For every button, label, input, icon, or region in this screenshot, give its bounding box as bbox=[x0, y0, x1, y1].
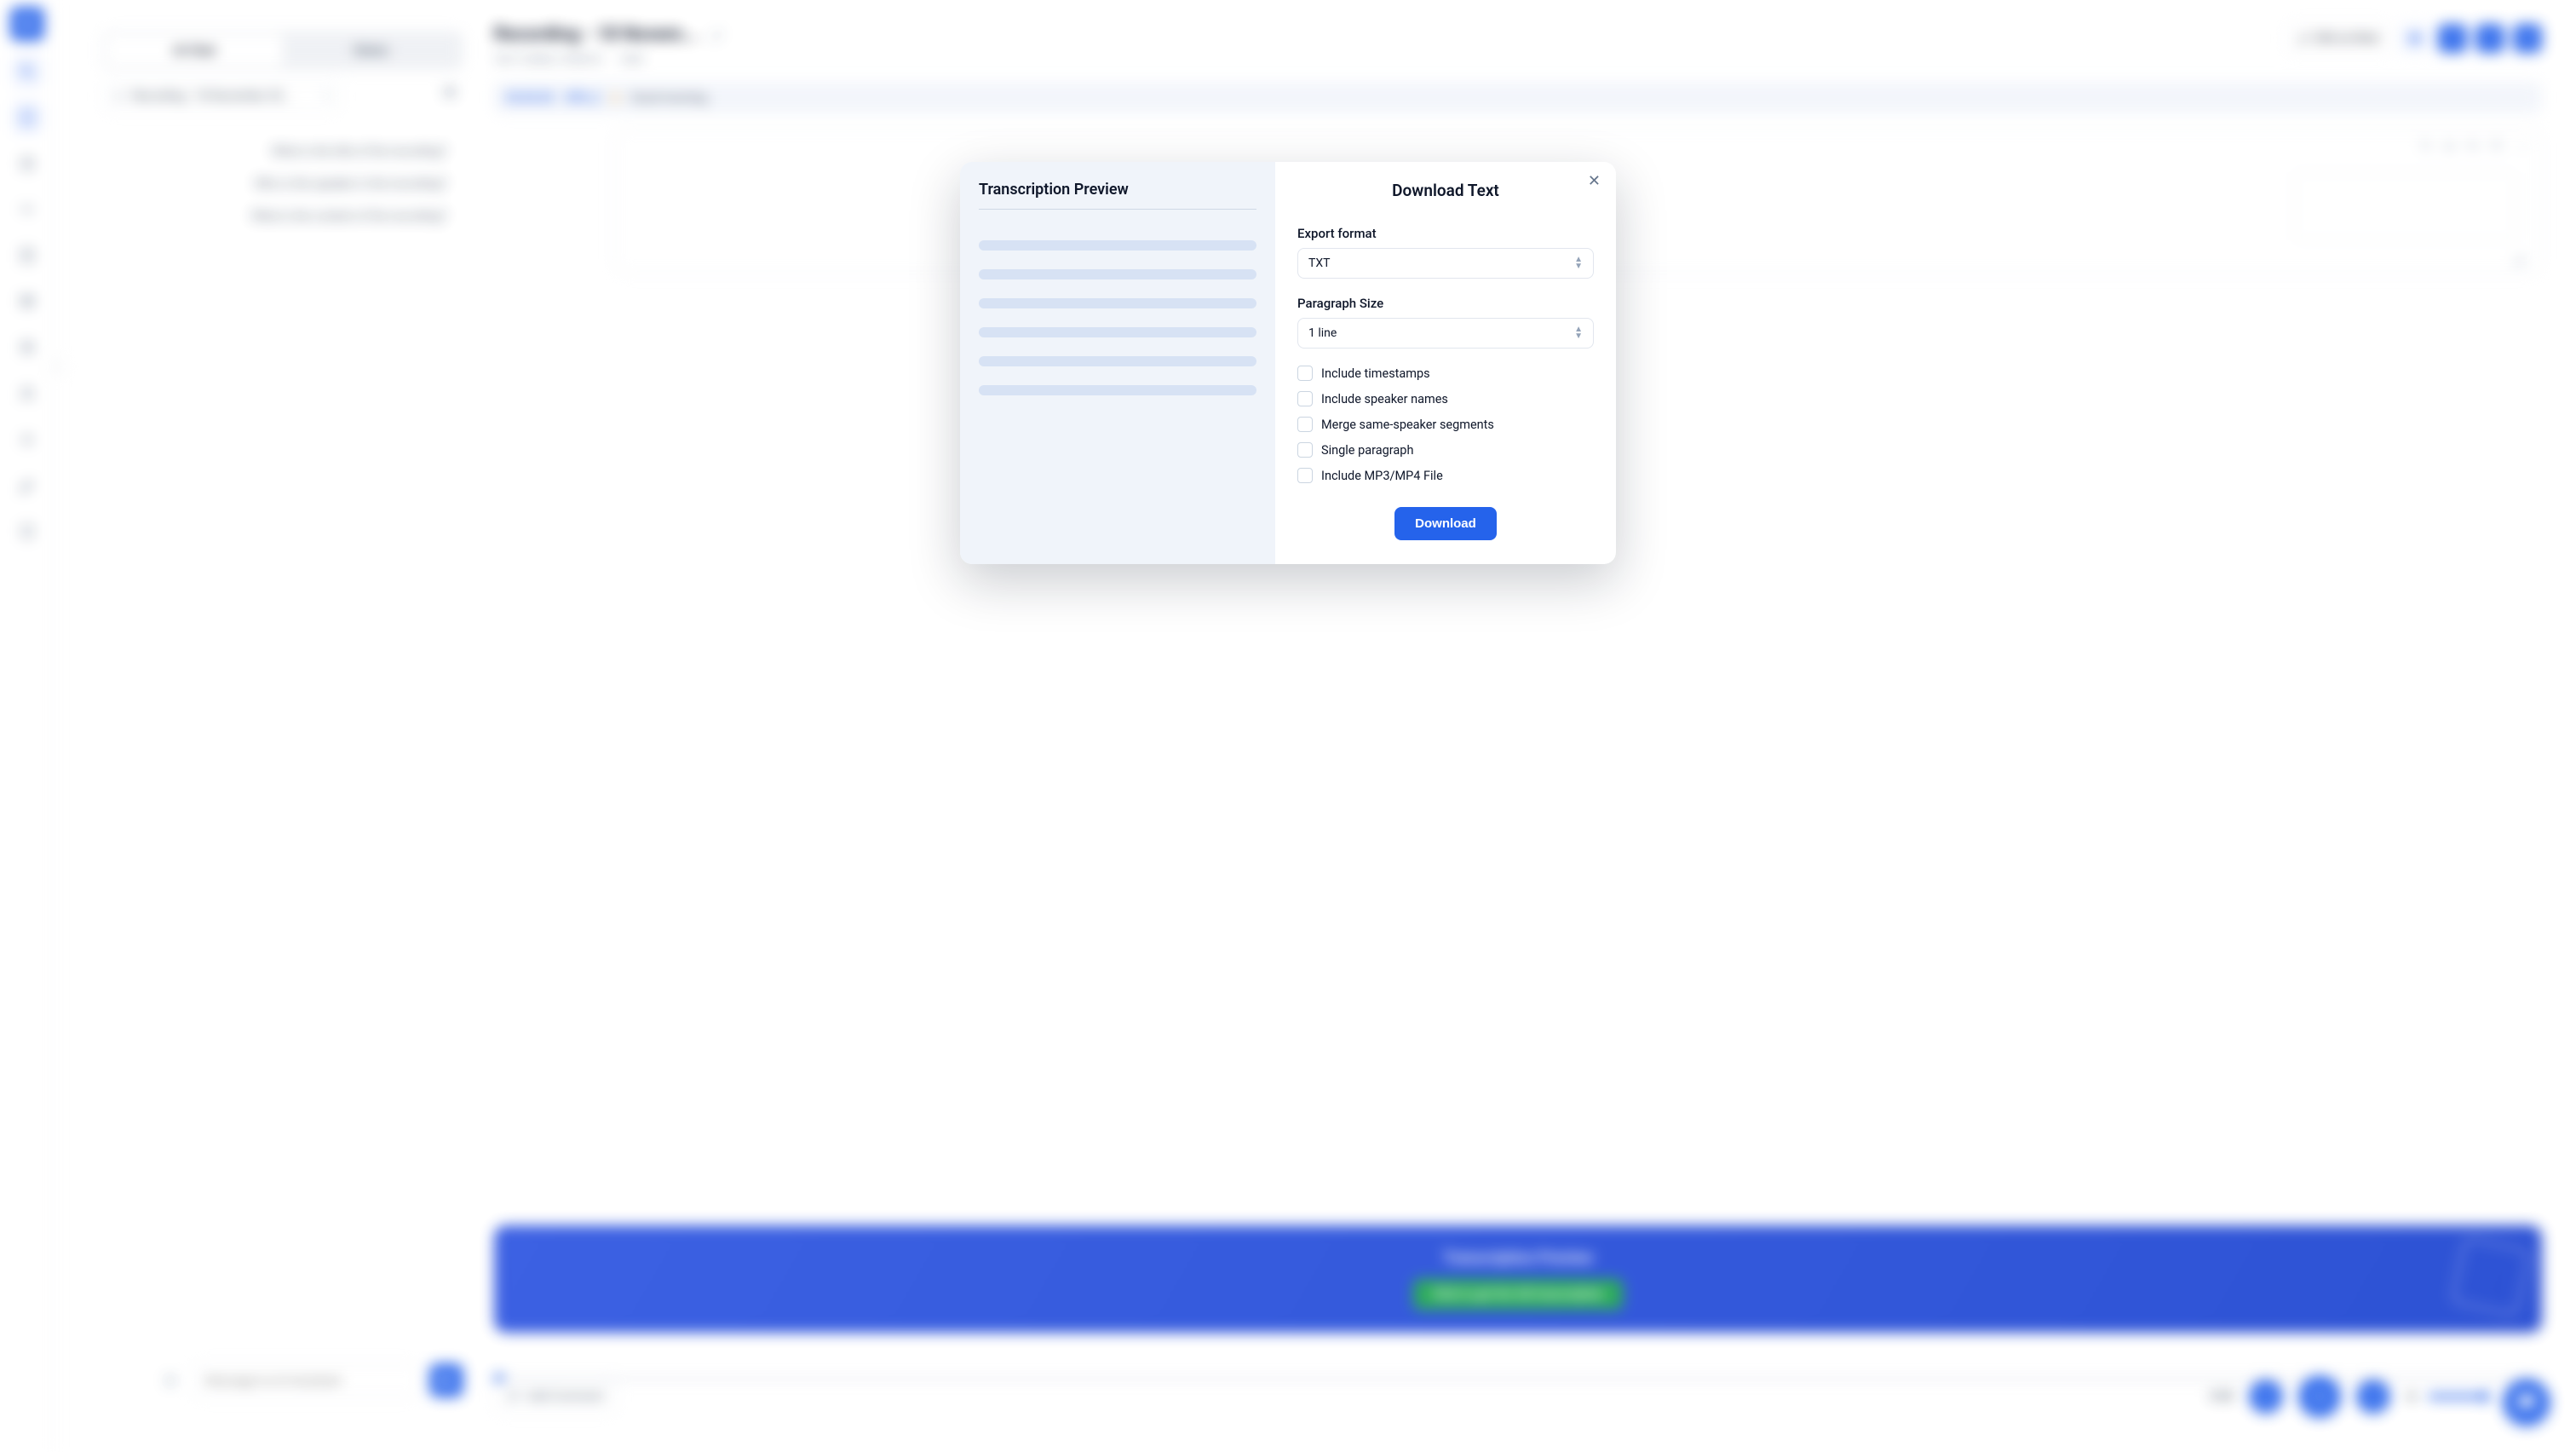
skeleton-line bbox=[979, 269, 1256, 279]
checkbox-label: Include timestamps bbox=[1321, 366, 1430, 381]
single-paragraph-checkbox[interactable] bbox=[1297, 442, 1313, 458]
checkbox-row[interactable]: Single paragraph bbox=[1297, 442, 1594, 458]
paragraph-size-select[interactable]: 1 line ▲▼ bbox=[1297, 318, 1594, 349]
modal-overlay: Transcription Preview ✕ Download Text Ex… bbox=[0, 0, 2576, 1452]
checkbox-label: Merge same-speaker segments bbox=[1321, 418, 1494, 432]
include-media-file-checkbox[interactable] bbox=[1297, 468, 1313, 483]
checkbox-label: Include MP3/MP4 File bbox=[1321, 469, 1443, 483]
merge-speaker-segments-checkbox[interactable] bbox=[1297, 417, 1313, 432]
download-text-modal: Transcription Preview ✕ Download Text Ex… bbox=[960, 162, 1616, 564]
export-format-select[interactable]: TXT ▲▼ bbox=[1297, 248, 1594, 279]
modal-title: Download Text bbox=[1297, 181, 1594, 200]
checkbox-row[interactable]: Include timestamps bbox=[1297, 366, 1594, 381]
select-arrows-icon: ▲▼ bbox=[1574, 256, 1583, 270]
skeleton-line bbox=[979, 385, 1256, 395]
checkbox-label: Include speaker names bbox=[1321, 392, 1448, 406]
export-format-value: TXT bbox=[1308, 256, 1330, 270]
skeleton-line bbox=[979, 356, 1256, 366]
export-format-label: Export format bbox=[1297, 226, 1594, 241]
include-timestamps-checkbox[interactable] bbox=[1297, 366, 1313, 381]
paragraph-size-label: Paragraph Size bbox=[1297, 296, 1594, 311]
preview-pane-title: Transcription Preview bbox=[979, 181, 1256, 210]
checkbox-row[interactable]: Include MP3/MP4 File bbox=[1297, 468, 1594, 483]
paragraph-size-value: 1 line bbox=[1308, 326, 1337, 340]
skeleton-line bbox=[979, 327, 1256, 337]
skeleton-line bbox=[979, 298, 1256, 308]
checkbox-label: Single paragraph bbox=[1321, 443, 1413, 458]
download-options-pane: ✕ Download Text Export format TXT ▲▼ Par… bbox=[1275, 162, 1616, 564]
include-speaker-names-checkbox[interactable] bbox=[1297, 391, 1313, 406]
close-icon[interactable]: ✕ bbox=[1588, 174, 1601, 189]
checkbox-row[interactable]: Include speaker names bbox=[1297, 391, 1594, 406]
transcription-preview-pane: Transcription Preview bbox=[960, 162, 1275, 564]
download-button[interactable]: Download bbox=[1394, 507, 1497, 540]
skeleton-line bbox=[979, 240, 1256, 251]
select-arrows-icon: ▲▼ bbox=[1574, 326, 1583, 340]
checkbox-row[interactable]: Merge same-speaker segments bbox=[1297, 417, 1594, 432]
